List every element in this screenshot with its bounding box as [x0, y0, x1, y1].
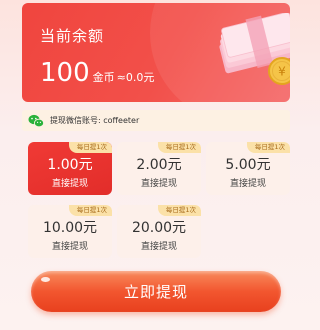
- option-amount: 2.00元: [136, 157, 182, 173]
- withdraw-option-2[interactable]: 每日提1次 2.00元 直接提现: [117, 142, 201, 195]
- money-stack-icon: ¥: [219, 13, 290, 85]
- withdraw-option-10[interactable]: 每日提1次 10.00元 直接提现: [28, 205, 112, 258]
- option-amount: 20.00元: [131, 220, 187, 236]
- balance-amount: 100: [40, 58, 90, 88]
- option-subtitle: 直接提现: [140, 242, 177, 252]
- withdraw-option-5[interactable]: 每日提1次 5.00元 直接提现: [206, 142, 290, 195]
- withdraw-now-label: 立即提现: [123, 284, 188, 301]
- option-subtitle: 直接提现: [229, 179, 266, 189]
- option-amount: 5.00元: [225, 157, 271, 173]
- option-subtitle: 直接提现: [51, 179, 88, 189]
- withdraw-option-20[interactable]: 每日提1次 20.00元 直接提现: [117, 205, 201, 258]
- balance-approx: ≈0.0元: [116, 71, 155, 84]
- option-amount: 10.00元: [42, 220, 98, 236]
- option-subtitle: 直接提现: [51, 242, 88, 252]
- svg-text:¥: ¥: [278, 65, 286, 79]
- daily-limit-badge: 每日提1次: [68, 205, 112, 216]
- wechat-account-label: 提现微信账号: coffeeter: [50, 116, 140, 125]
- daily-limit-badge: 每日提1次: [157, 205, 201, 216]
- button-shine: [41, 277, 50, 282]
- daily-limit-badge: 每日提1次: [246, 142, 290, 153]
- balance-card: 当前余额 100 金币 ≈0.0元 ¥: [22, 3, 290, 102]
- option-amount: 1.00元: [47, 157, 93, 173]
- daily-limit-badge: 每日提1次: [157, 142, 201, 153]
- balance-row: 100 金币 ≈0.0元: [40, 58, 154, 88]
- wechat-icon: [28, 114, 44, 127]
- withdraw-now-button[interactable]: 立即提现: [31, 271, 281, 312]
- option-subtitle: 直接提现: [140, 179, 177, 189]
- balance-title: 当前余额: [40, 27, 105, 45]
- daily-limit-badge: 每日提1次: [68, 142, 112, 153]
- wechat-account-bar: 提现微信账号: coffeeter: [22, 110, 290, 131]
- balance-unit: 金币: [92, 71, 115, 84]
- withdraw-option-1[interactable]: 每日提1次 1.00元 直接提现: [28, 142, 112, 195]
